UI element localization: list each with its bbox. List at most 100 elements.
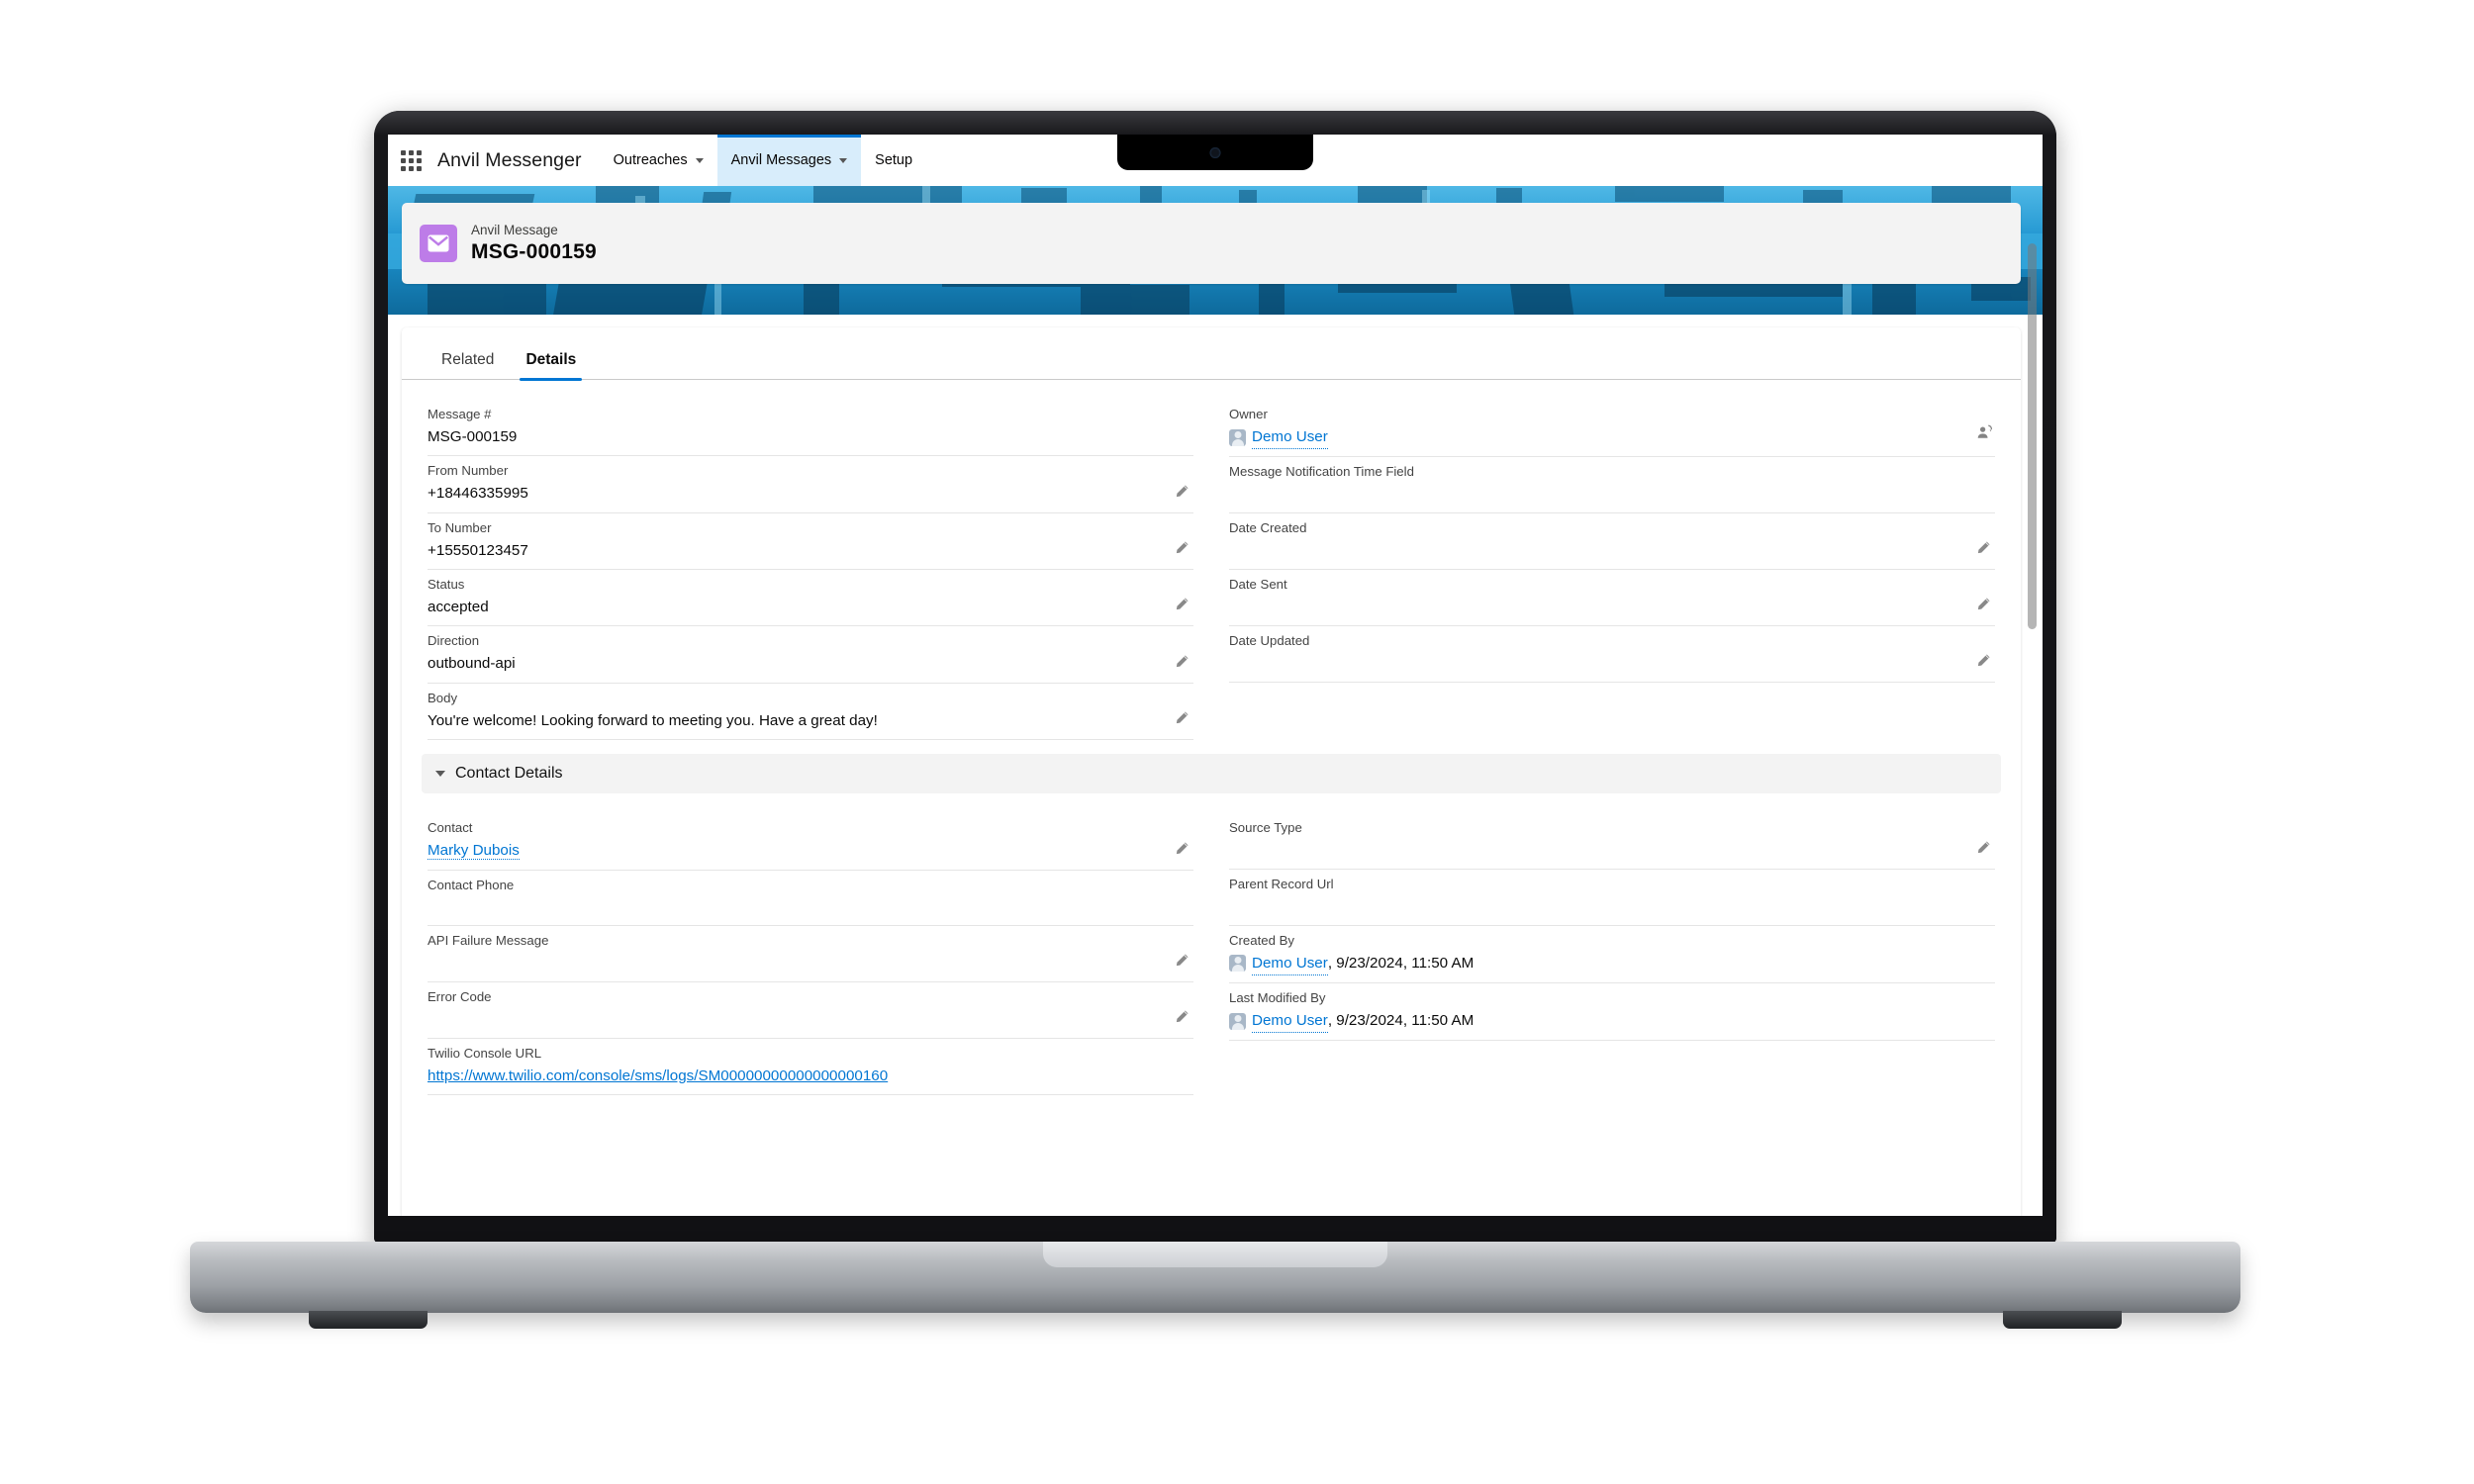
field-api-failure-message: API Failure Message (428, 926, 1193, 983)
field-value: Demo User , 9/23/2024, 11:50 AM (1229, 1009, 1995, 1034)
field-label: Body (428, 690, 458, 705)
field-label: Message # (428, 407, 492, 421)
field-date-updated: Date Updated (1229, 626, 1995, 683)
owner-user-link[interactable]: Demo User (1252, 425, 1328, 450)
field-status: Status accepted (428, 570, 1193, 627)
page-scrollbar[interactable] (2028, 210, 2037, 1210)
laptop-foot-right (2003, 1311, 2122, 1329)
envelope-icon (420, 225, 457, 262)
webcam-icon (1209, 147, 1221, 158)
record-object-label: Anvil Message (471, 223, 558, 238)
field-value: Demo User , 9/23/2024, 11:50 AM (1229, 952, 1995, 976)
field-value: https://www.twilio.com/console/sms/logs/… (428, 1065, 1193, 1088)
field-created-by: Created By Demo User , 9/23/2024, 11:50 … (1229, 926, 1995, 984)
edit-pencil-icon[interactable] (1175, 841, 1189, 861)
nav-tab-outreaches[interactable]: Outreaches (600, 135, 717, 186)
app-launcher-grid-icon (400, 149, 422, 171)
contact-details-right-column: Source Type Parent Record Url Created By… (1229, 813, 1995, 1095)
section-title: Contact Details (455, 765, 563, 783)
field-value: MSG-000159 (428, 427, 518, 445)
page-scrollbar-thumb[interactable] (2028, 243, 2037, 629)
laptop-lid: Anvil Messenger Outreaches Anvil Message… (374, 111, 2056, 1244)
field-body: Body You're welcome! Looking forward to … (428, 684, 1193, 741)
edit-pencil-icon[interactable] (1175, 1009, 1189, 1029)
field-value: +15550123457 (428, 541, 528, 559)
tab-related[interactable]: Related (426, 342, 510, 380)
field-error-code: Error Code (428, 982, 1193, 1039)
created-by-timestamp: , 9/23/2024, 11:50 AM (1327, 955, 1475, 973)
section-header-contact-details[interactable]: Contact Details (422, 754, 2001, 794)
nav-tab-anvil-messages[interactable]: Anvil Messages (716, 135, 862, 186)
field-value: +18446335995 (428, 485, 528, 503)
field-owner: Owner Demo User (1229, 400, 1995, 458)
field-label: Owner (1229, 407, 1268, 421)
laptop-base-notch (1043, 1242, 1387, 1267)
field-label: Contact Phone (428, 877, 515, 892)
field-value (1229, 895, 1995, 918)
field-value (1229, 483, 1995, 506)
field-value: Demo User (1229, 425, 1995, 450)
edit-pencil-icon[interactable] (1175, 953, 1189, 973)
chevron-down-icon[interactable] (695, 157, 704, 163)
field-parent-record-url: Parent Record Url (1229, 870, 1995, 926)
edit-pencil-icon[interactable] (1175, 710, 1189, 730)
field-label: Contact (428, 820, 473, 836)
field-contact-phone: Contact Phone (428, 871, 1193, 927)
nav-tab-outreaches-label: Outreaches (613, 152, 688, 168)
details-field-grid: Message # MSG-000159 From Number +184463… (402, 380, 2021, 741)
edit-pencil-icon[interactable] (1976, 840, 1991, 860)
nav-tab-setup[interactable]: Setup (861, 135, 926, 186)
field-label: Date Sent (1229, 576, 1287, 592)
record-detail-card: Related Details Message # MSG-000159 Fro… (402, 327, 2021, 1216)
field-label: Error Code (428, 989, 492, 1005)
field-label: Created By (1229, 932, 1294, 948)
last-modified-by-user-link[interactable]: Demo User (1252, 1009, 1328, 1034)
field-message-number: Message # MSG-000159 (428, 400, 1193, 457)
field-label: API Failure Message (428, 933, 549, 949)
edit-pencil-icon[interactable] (1175, 597, 1189, 616)
chevron-down-icon (435, 771, 445, 778)
contact-details-left-column: Contact Marky Dubois Contact Phone API F… (428, 813, 1193, 1096)
chevron-down-icon[interactable] (839, 157, 848, 163)
field-date-created: Date Created (1229, 513, 1995, 570)
field-value: You're welcome! Looking forward to meeti… (428, 711, 878, 729)
field-message-notification-time: Message Notification Time Field (1229, 457, 1995, 514)
field-to-number: To Number +15550123457 (428, 513, 1193, 571)
edit-pencil-icon[interactable] (1976, 653, 1991, 673)
edit-pencil-icon[interactable] (1976, 597, 1991, 616)
edit-pencil-icon[interactable] (1175, 654, 1189, 674)
field-value (428, 952, 1193, 974)
avatar (1229, 955, 1246, 973)
field-label: Twilio Console URL (428, 1045, 542, 1061)
field-label: Message Notification Time Field (1229, 464, 1414, 480)
edit-pencil-icon[interactable] (1175, 484, 1189, 504)
edit-pencil-icon[interactable] (1175, 540, 1189, 560)
twilio-console-url-link[interactable]: https://www.twilio.com/console/sms/logs/… (428, 1067, 888, 1084)
tab-details[interactable]: Details (510, 342, 592, 381)
field-direction: Direction outbound-api (428, 626, 1193, 684)
edit-pencil-icon[interactable] (1976, 540, 1991, 560)
field-label: Status (428, 577, 465, 593)
field-value (1229, 539, 1995, 562)
created-by-user-link[interactable]: Demo User (1252, 952, 1328, 976)
nav-tab-list: Outreaches Anvil Messages Setup (600, 135, 926, 186)
field-value (1229, 652, 1995, 675)
app-launcher-button[interactable] (388, 135, 433, 186)
field-label: Date Created (1229, 520, 1307, 536)
details-left-column: Message # MSG-000159 From Number +184463… (428, 400, 1193, 741)
field-label: Parent Record Url (1229, 876, 1334, 891)
change-owner-icon[interactable] (1976, 424, 1993, 446)
field-value: accepted (428, 598, 489, 615)
field-label: Last Modified By (1229, 990, 1326, 1006)
field-value (428, 1008, 1193, 1031)
field-date-sent: Date Sent (1229, 570, 1995, 626)
field-label: To Number (428, 519, 492, 535)
field-value: Marky Dubois (428, 839, 1193, 863)
avatar (1229, 428, 1246, 446)
field-contact: Contact Marky Dubois (428, 813, 1193, 871)
screenshot-stage: Anvil Messenger Outreaches Anvil Message… (0, 0, 2474, 1484)
field-label: Source Type (1229, 820, 1302, 836)
field-value (1229, 596, 1995, 618)
field-value: outbound-api (428, 655, 516, 673)
contact-link[interactable]: Marky Dubois (428, 841, 520, 860)
